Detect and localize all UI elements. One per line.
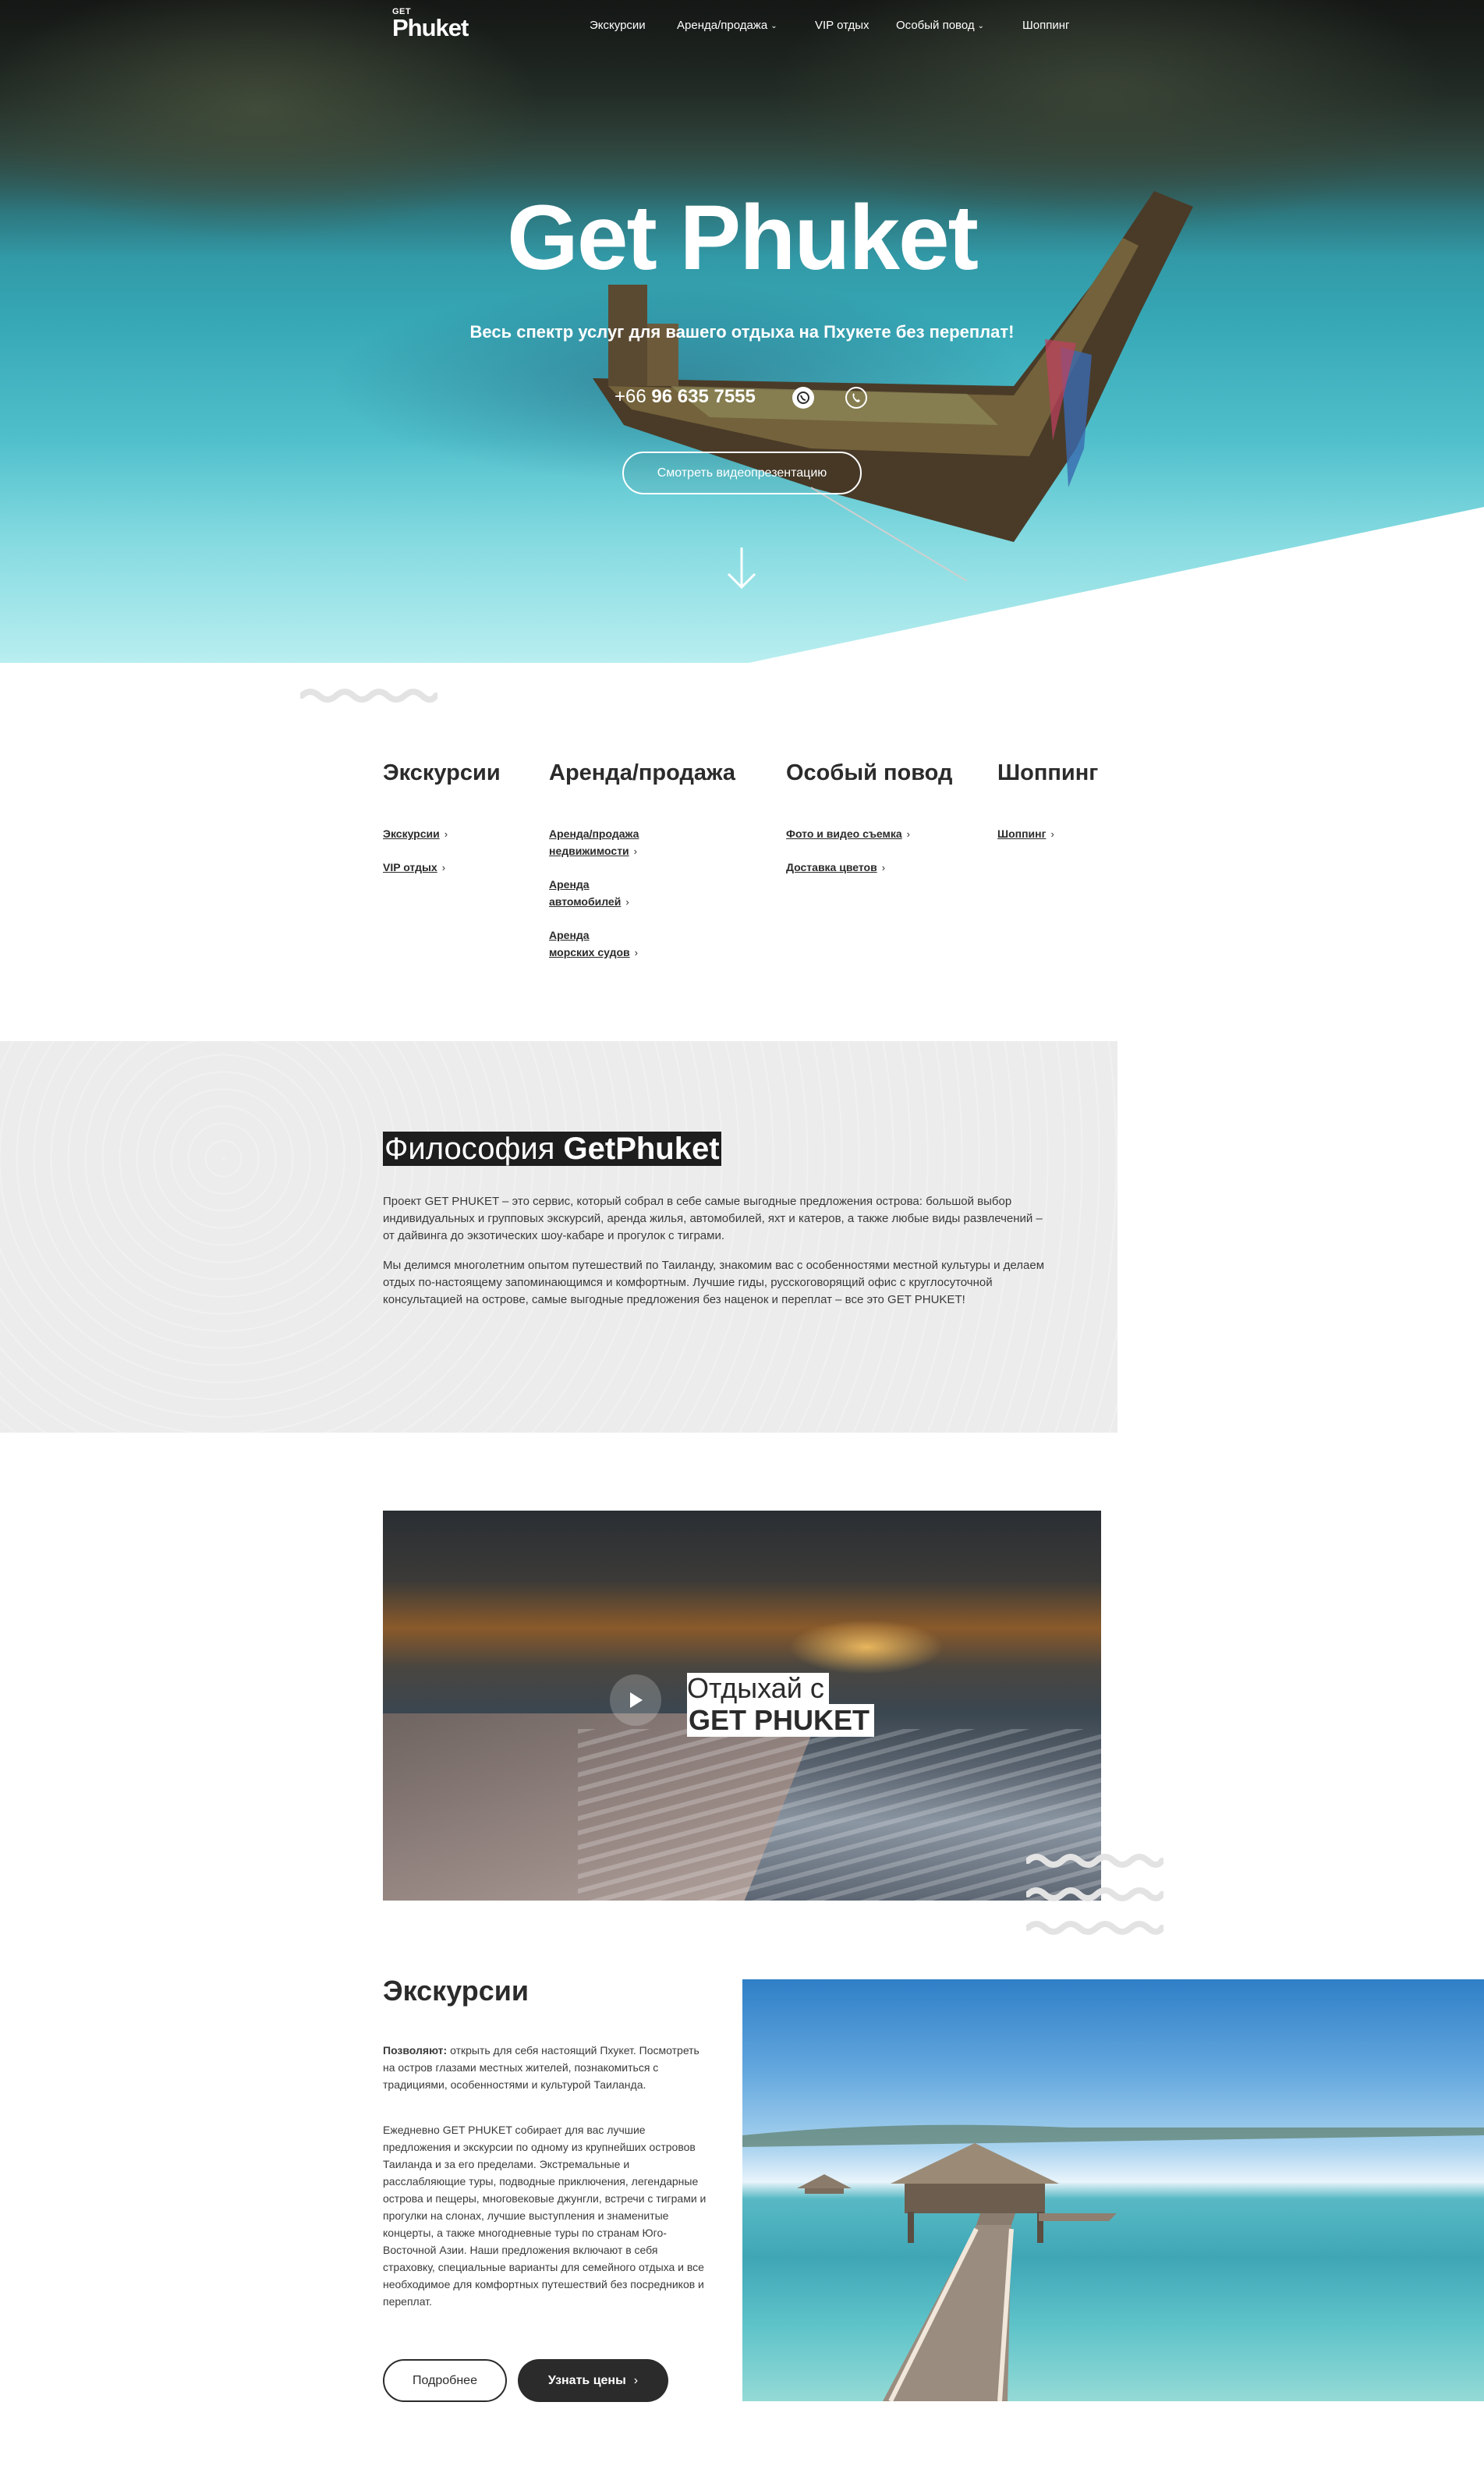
philosophy-paragraph-2: Мы делимся многолетним опытом путешестви…	[383, 1259, 1045, 1306]
excursions-lead: Позволяют: открыть для себя настоящий Пх…	[383, 2042, 710, 2093]
button-label: Узнать цены	[547, 2373, 626, 2387]
wave-decoration	[1026, 1887, 1163, 1901]
more-button[interactable]: Подробнее	[383, 2359, 507, 2402]
category-title: Шоппинг	[997, 760, 1099, 785]
prices-button[interactable]: Узнать цены ›	[518, 2359, 668, 2402]
nav-item-excursions[interactable]: Экскурсии	[590, 19, 646, 32]
link-text: Экскурсии	[383, 827, 440, 840]
nav-label: Экскурсии	[590, 19, 646, 32]
category-rent-sale: Аренда/продажа Аренда/продажа недвижимост…	[549, 760, 735, 977]
link-text: автомобилей	[549, 895, 622, 908]
link-text: Аренда/продажа	[549, 827, 639, 840]
video-promo-block[interactable]: Отдыхай с GET PHUKET	[383, 1511, 1101, 1901]
title-light: Философия	[384, 1132, 564, 1166]
nav-label: Особый повод	[896, 19, 975, 32]
play-icon	[630, 1692, 643, 1708]
top-navigation: GET Phuket Экскурсии Аренда/продажа ⌄ VIP…	[0, 0, 1484, 55]
viber-icon[interactable]	[845, 387, 867, 409]
category-title: Особый повод	[786, 760, 953, 785]
category-link-photo-video[interactable]: Фото и видео съемка ›	[786, 825, 952, 843]
link-text: недвижимости	[549, 845, 629, 857]
nav-item-vip[interactable]: VIP отдых	[815, 19, 870, 32]
link-text: Фото и видео съемка	[786, 827, 902, 840]
chevron-right-icon: ›	[441, 862, 446, 873]
hero-title: Get Phuket	[507, 186, 979, 289]
chevron-down-icon: ⌄	[770, 22, 777, 30]
link-text: Аренда	[549, 929, 590, 941]
nav-item-rent-sale[interactable]: Аренда/продажа ⌄	[677, 19, 777, 32]
category-title: Аренда/продажа	[549, 760, 736, 785]
philosophy-paragraph-1: Проект GET PHUKET – это сервис, который …	[383, 1195, 1043, 1242]
title-bold: GetPhuket	[563, 1132, 720, 1166]
video-presentation-button[interactable]: Смотреть видеопрезентацию	[622, 452, 862, 494]
link-text: Шоппинг	[997, 827, 1047, 840]
wave-foam	[578, 1729, 1101, 1901]
chevron-right-icon: ›	[625, 896, 629, 908]
site-logo[interactable]: GET Phuket	[392, 8, 469, 41]
whatsapp-icon[interactable]	[792, 387, 814, 409]
category-excursions: Экскурсии Экскурсии › VIP отдых ›	[383, 760, 501, 892]
chevron-down-icon: ⌄	[977, 22, 985, 30]
hero-subtitle: Весь спектр услуг для вашего отдыха на П…	[469, 322, 1015, 342]
chevron-right-icon: ›	[1050, 828, 1054, 840]
category-link-excursions[interactable]: Экскурсии ›	[383, 825, 501, 843]
philosophy-title: Философия GetPhuket	[383, 1132, 721, 1166]
hero-phone[interactable]: +66 96 635 7555	[614, 386, 756, 408]
video-caption-line1: Отдыхай с	[687, 1673, 829, 1704]
hero-section: GET Phuket Экскурсии Аренда/продажа ⌄ VIP…	[0, 0, 1484, 663]
nav-item-shopping[interactable]: Шоппинг	[1022, 19, 1069, 32]
chevron-right-icon: ›	[444, 828, 448, 840]
excursions-pier-photo	[742, 1979, 1484, 2401]
wave-decoration	[1026, 1921, 1163, 1935]
pier-illustration	[742, 2124, 1484, 2401]
chevron-right-icon: ›	[906, 828, 910, 840]
nav-label: Аренда/продажа	[677, 19, 768, 32]
excursions-title: Экскурсии	[383, 1975, 529, 2007]
excursions-body: Ежедневно GET PHUKET собирает для вас лу…	[383, 2124, 707, 2308]
category-link-shopping[interactable]: Шоппинг ›	[997, 825, 1098, 843]
nav-label: VIP отдых	[815, 19, 870, 32]
nav-label: Шоппинг	[1022, 19, 1070, 32]
link-text: Аренда	[549, 878, 590, 891]
category-link-real-estate[interactable]: Аренда/продажа недвижимости ›	[549, 825, 735, 860]
category-link-boats[interactable]: Аренда морских судов ›	[549, 926, 735, 962]
category-link-cars[interactable]: Аренда автомобилей ›	[549, 876, 735, 911]
wave-decoration	[300, 689, 437, 703]
wave-decoration	[1026, 1854, 1163, 1868]
chevron-right-icon: ›	[881, 862, 886, 873]
video-caption-line2: GET PHUKET	[687, 1704, 875, 1737]
phone-number: 96 635 7555	[651, 386, 756, 407]
category-shopping: Шоппинг Шоппинг ›	[997, 760, 1098, 859]
link-text: Доставка цветов	[786, 861, 877, 873]
category-title: Экскурсии	[383, 760, 501, 785]
chevron-right-icon: ›	[633, 845, 638, 857]
play-button[interactable]	[610, 1674, 661, 1726]
logo-main-text: Phuket	[392, 14, 469, 41]
link-text: VIP отдых	[383, 861, 437, 873]
category-link-vip[interactable]: VIP отдых ›	[383, 859, 501, 877]
category-link-flowers[interactable]: Доставка цветов ›	[786, 859, 952, 877]
phone-prefix: +66	[614, 386, 646, 407]
category-special-occasion: Особый повод Фото и видео съемка › Достав…	[786, 760, 952, 892]
link-text: морских судов	[549, 946, 630, 958]
nav-item-special-occasion[interactable]: Особый повод ⌄	[896, 19, 984, 32]
arrow-down-icon[interactable]	[724, 546, 760, 590]
chevron-right-icon: ›	[633, 2373, 639, 2387]
sunset-glow	[788, 1620, 944, 1674]
chevron-right-icon: ›	[634, 947, 638, 958]
lead-bold: Позволяют:	[383, 2044, 448, 2057]
